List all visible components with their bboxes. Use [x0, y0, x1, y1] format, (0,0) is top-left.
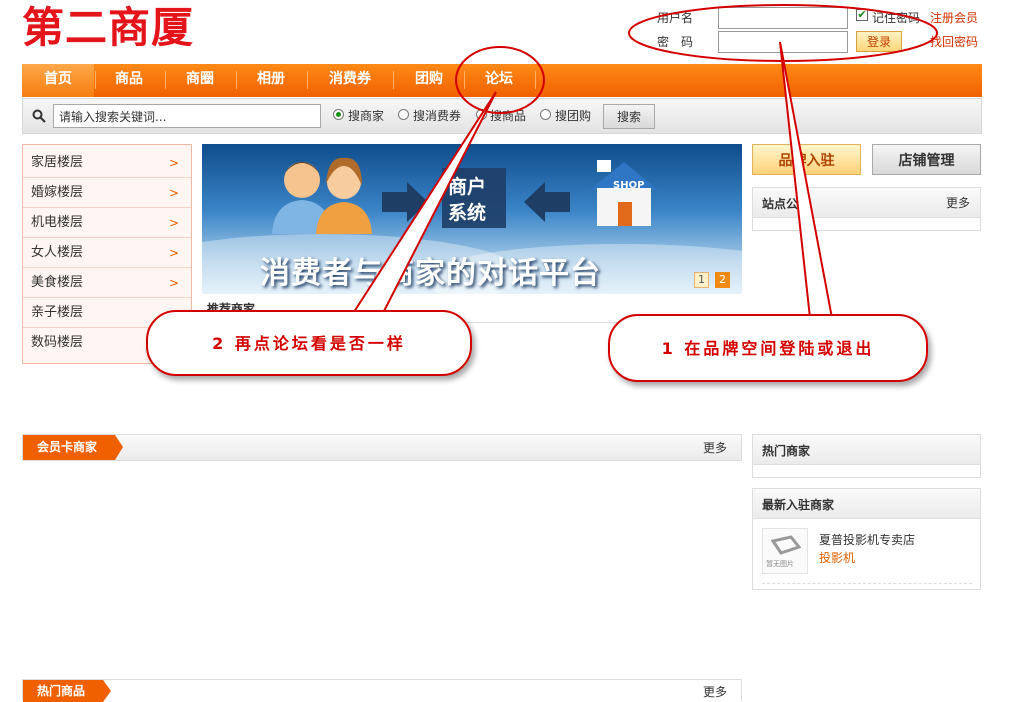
annotation-callout-2: 2 再点论坛看是否一样	[146, 310, 472, 376]
main-nav: 首页 商品 商圈 相册 消费券 团购 论坛	[22, 64, 982, 97]
notice-more-link[interactable]: 更多	[946, 194, 970, 211]
hot-merchants-header: 热门商家	[753, 435, 980, 465]
floor-item-label: 女人楼层	[31, 245, 84, 260]
register-link[interactable]: 注册会员	[930, 9, 978, 26]
floor-item-label: 美食楼层	[31, 275, 84, 290]
password-input[interactable]	[718, 31, 848, 53]
nav-album[interactable]: 相册	[236, 64, 306, 97]
floor-item-label: 家居楼层	[31, 155, 84, 170]
nav-business-circle[interactable]: 商圈	[165, 64, 235, 97]
floor-item-label: 机电楼层	[31, 215, 84, 230]
radio-search-goods[interactable]	[476, 109, 487, 120]
search-icon	[32, 109, 46, 123]
floor-item-food[interactable]: 美食楼层 >	[23, 268, 191, 298]
brand-join-button[interactable]: 品牌入驻	[752, 144, 861, 175]
radio-search-coupon[interactable]	[398, 109, 409, 120]
nav-group-buy[interactable]: 团购	[394, 64, 464, 97]
login-button[interactable]: 登录	[856, 31, 902, 52]
new-merchants-panel: 最新入驻商家 暂无图片 夏普投影机专卖店 投影机	[752, 488, 981, 590]
no-image-icon	[771, 535, 801, 555]
password-label: 密 码	[657, 35, 694, 49]
search-input[interactable]	[53, 104, 321, 128]
hot-merchants-title: 热门商家	[762, 444, 811, 458]
notice-header: 站点公告 更多	[753, 188, 980, 218]
floor-item-wedding[interactable]: 婚嫁楼层 >	[23, 178, 191, 208]
chevron-right-icon: >	[168, 186, 179, 200]
shop-icon: SHOP	[613, 180, 645, 191]
hot-merchants-panel: 热门商家	[752, 434, 981, 478]
banner-system-label-2: 系统	[448, 202, 487, 224]
banner-page-1[interactable]: 1	[694, 272, 709, 288]
hot-goods-title: 热门商品	[23, 680, 103, 702]
shop-manage-button[interactable]: 店铺管理	[872, 144, 981, 175]
remember-label: 记住密码	[872, 11, 921, 25]
radio-search-group-buy[interactable]	[540, 109, 551, 120]
tag-arrow-icon	[103, 680, 111, 702]
nav-coupon[interactable]: 消费券	[314, 64, 386, 97]
no-image-text: 暂无图片	[766, 560, 794, 568]
banner-system-label-1: 商户	[448, 176, 487, 198]
recover-password-link[interactable]: 找回密码	[930, 33, 978, 50]
member-card-title: 会员卡商家	[23, 435, 115, 460]
username-input[interactable]	[718, 7, 848, 29]
floor-item-label: 婚嫁楼层	[31, 185, 84, 200]
new-merchants-header: 最新入驻商家	[753, 489, 980, 519]
chevron-right-icon: >	[168, 216, 179, 230]
floor-item-women[interactable]: 女人楼层 >	[23, 238, 191, 268]
member-card-header: 会员卡商家 更多	[23, 435, 741, 460]
search-button[interactable]: 搜索	[603, 104, 655, 129]
nav-goods[interactable]: 商品	[94, 64, 164, 97]
chevron-right-icon: >	[168, 246, 179, 260]
username-label: 用户名	[657, 11, 694, 25]
radio-search-group-buy-label: 搜团购	[555, 109, 592, 123]
search-bar: 搜商家 搜消费券 搜商品 搜团购 搜索	[22, 98, 982, 134]
merchant-name-link[interactable]: 夏普投影机专卖店	[819, 531, 915, 548]
hot-goods-section: 热门商品 更多	[22, 679, 742, 702]
remember-checkbox[interactable]: ✔	[856, 9, 868, 21]
floor-item-label: 数码楼层	[31, 335, 84, 350]
nav-forum[interactable]: 论坛	[464, 64, 534, 97]
hot-goods-more-link[interactable]: 更多	[703, 683, 727, 700]
chevron-right-icon: >	[168, 276, 179, 290]
banner-page-2[interactable]: 2	[715, 272, 730, 288]
banner-slideshow[interactable]: 商户 系统 SHOP 消费者与商家的对话平台 1 2	[202, 144, 742, 294]
notice-panel: 站点公告 更多	[752, 187, 981, 231]
annotation-callout-1: 1 在品牌空间登陆或退出	[608, 314, 928, 382]
site-logo[interactable]: 第二商厦	[22, 4, 194, 52]
tag-arrow-icon	[115, 435, 123, 460]
radio-search-merchant[interactable]	[333, 109, 344, 120]
radio-search-goods-label: 搜商品	[490, 109, 527, 123]
member-card-more-link[interactable]: 更多	[703, 439, 727, 456]
floor-item-home[interactable]: 家居楼层 >	[23, 148, 191, 178]
radio-search-merchant-label: 搜商家	[348, 109, 385, 123]
radio-search-coupon-label: 搜消费券	[413, 109, 462, 123]
merchant-thumbnail[interactable]: 暂无图片	[762, 528, 808, 574]
floor-item-electromechanical[interactable]: 机电楼层 >	[23, 208, 191, 238]
chevron-right-icon: >	[168, 156, 179, 170]
floor-item-label: 亲子楼层	[31, 305, 84, 320]
merchant-category-link[interactable]: 投影机	[819, 549, 855, 566]
nav-home[interactable]: 首页	[22, 64, 94, 97]
banner-slogan: 消费者与商家的对话平台	[260, 256, 601, 291]
notice-title: 站点公告	[762, 197, 811, 211]
new-merchants-title: 最新入驻商家	[762, 498, 835, 512]
member-card-section: 会员卡商家 更多	[22, 434, 742, 461]
